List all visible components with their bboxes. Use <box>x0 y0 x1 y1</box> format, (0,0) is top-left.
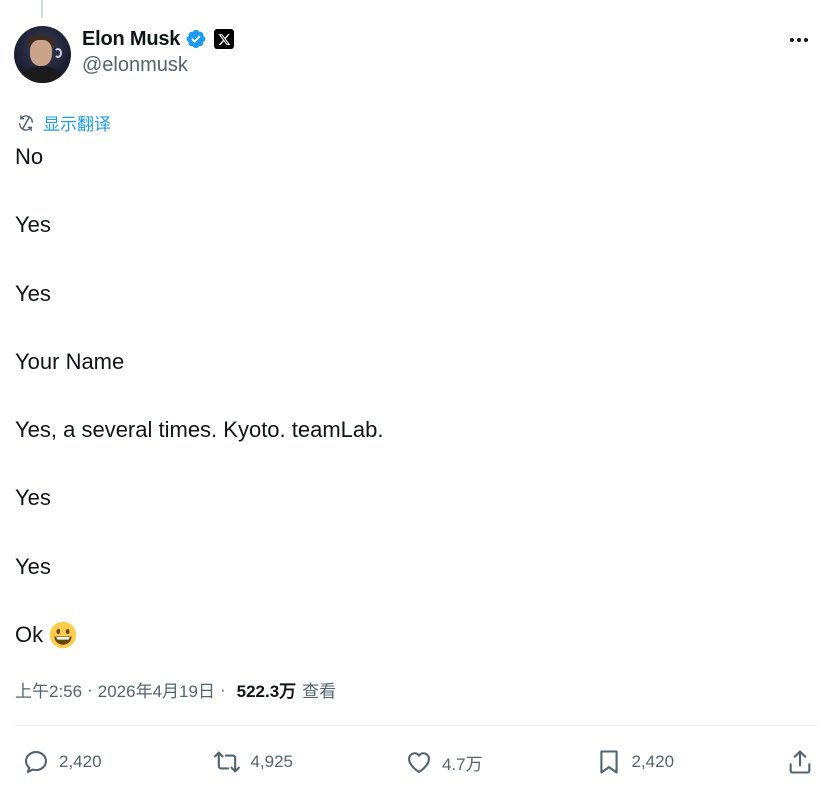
author-names: Elon Musk @elonmusk <box>82 26 235 84</box>
retweet-button[interactable]: 4,925 <box>213 748 293 776</box>
divider <box>15 725 817 726</box>
verified-badge-icon[interactable] <box>185 28 207 50</box>
share-button[interactable] <box>786 748 814 776</box>
tweet-line: Your Name <box>15 348 125 374</box>
like-button[interactable]: 4.7万 <box>405 748 483 776</box>
heart-icon <box>407 752 430 773</box>
tweet-header: Elon Musk @elonmusk <box>14 26 818 84</box>
thread-connector-line <box>41 0 43 18</box>
reply-icon <box>25 751 47 773</box>
author-handle[interactable]: @elonmusk <box>82 54 234 77</box>
retweet-count: 4,925 <box>250 752 294 771</box>
x-affiliation-icon[interactable] <box>214 29 235 49</box>
author-display-name[interactable]: Elon Musk <box>82 28 180 51</box>
tweet-line: No <box>15 144 44 169</box>
view-count: 522.3万 <box>236 682 297 701</box>
meta-separator: · <box>219 679 226 699</box>
tweet-line: Yes <box>15 485 51 511</box>
show-translation-label: 显示翻译 <box>43 115 111 134</box>
tweet-text: No Yes Yes Your Name Yes, a several time… <box>15 142 815 688</box>
view-count-label: 查看 <box>302 682 337 701</box>
tweet-line-text: Ok <box>15 622 44 648</box>
tweet-line: Yes <box>15 212 51 238</box>
action-bar: 2,420 4,925 4.7万 2,420 <box>22 742 814 782</box>
tweet-line: Yes <box>15 280 51 306</box>
translate-icon <box>19 114 33 131</box>
reply-count: 2,420 <box>59 752 102 771</box>
meta-separator: · <box>87 679 93 699</box>
tweet-line-last: Ok <box>15 620 815 650</box>
more-options-icon[interactable] <box>784 30 814 50</box>
bookmark-count: 2,420 <box>631 752 675 771</box>
share-icon <box>789 750 811 774</box>
retweet-icon <box>214 751 241 773</box>
bookmark-icon <box>599 750 618 774</box>
name-row: Elon Musk <box>82 26 235 52</box>
grinning-face-emoji-icon <box>49 621 77 649</box>
show-translation-link[interactable]: 显示翻译 <box>16 110 111 135</box>
bookmark-button[interactable]: 2,420 <box>595 748 675 776</box>
avatar[interactable] <box>14 26 71 83</box>
like-count: 4.7万 <box>441 754 483 774</box>
tweet-line: Yes <box>15 553 51 579</box>
tweet-line: Yes, a several times. Kyoto. teamLab. <box>15 417 384 443</box>
tweet-date[interactable]: 2026年4月19日 <box>98 677 215 702</box>
tweet-meta: 上午2:56 · 2026年4月19日 · 522.3万 查看 <box>15 677 336 702</box>
tweet-time[interactable]: 上午2:56 <box>15 677 82 702</box>
reply-button[interactable]: 2,420 <box>22 748 102 776</box>
